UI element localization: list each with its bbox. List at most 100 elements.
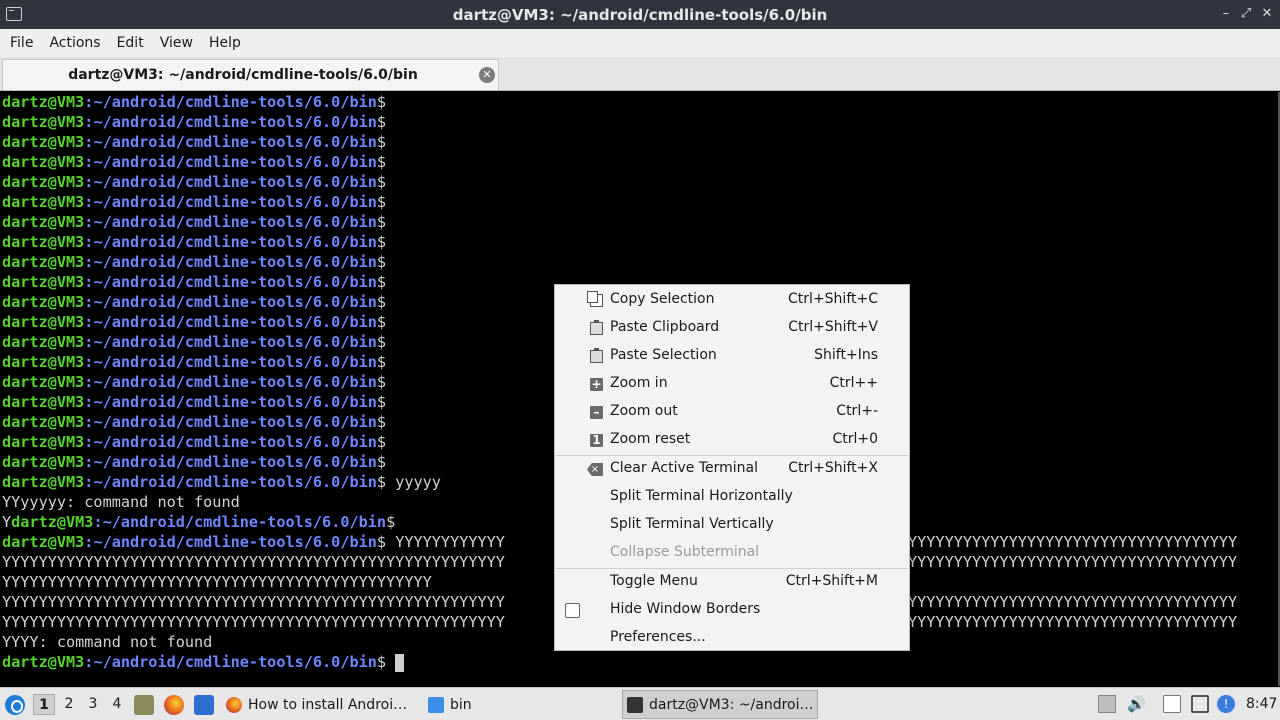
update-notifier-icon[interactable]: ! xyxy=(1217,695,1235,713)
menu-item-label: Zoom out xyxy=(610,403,678,419)
menu-item-shortcut: Ctrl+Shift+M xyxy=(785,573,878,589)
terminal-line: dartz@VM3:~/android/cmdline-tools/6.0/bi… xyxy=(2,92,386,112)
prompt-dollar: $ xyxy=(376,93,387,111)
task-terminal[interactable]: dartz@VM3: ~/androi… xyxy=(622,690,818,719)
prompt-user: dartz@VM3 xyxy=(2,133,85,151)
file-manager-launcher-icon[interactable] xyxy=(134,695,154,715)
menu-item-zoom-out[interactable]: – Zoom out Ctrl+- xyxy=(555,398,909,426)
prompt-path: :~/android/cmdline-tools/6.0/bin xyxy=(84,473,377,491)
menu-actions[interactable]: Actions xyxy=(41,35,108,51)
terminal-line: dartz@VM3:~/android/cmdline-tools/6.0/bi… xyxy=(2,292,386,312)
prompt-user: dartz@VM3 xyxy=(2,333,85,351)
terminal-line: YYYYYYYYYYYYYYYYYYYYYYYYYYYYYYYYYYYYYYYY… xyxy=(2,592,505,612)
menu-item-paste-selection[interactable]: Paste Selection Shift+Ins xyxy=(555,342,909,370)
network-icon[interactable] xyxy=(1191,695,1209,713)
menu-item-label: Collapse Subterminal xyxy=(610,544,760,560)
firefox-launcher-icon[interactable] xyxy=(164,695,184,715)
menu-edit[interactable]: Edit xyxy=(109,35,152,51)
prompt-user: dartz@VM3 xyxy=(2,533,85,551)
menu-item-shortcut: Shift+Ins xyxy=(814,347,878,363)
terminal-line: dartz@VM3:~/android/cmdline-tools/6.0/bi… xyxy=(2,472,441,492)
prompt-dollar: $ xyxy=(376,293,387,311)
prompt-dollar: $ xyxy=(376,453,387,471)
menu-item-copy-selection[interactable]: Copy Selection Ctrl+Shift+C xyxy=(555,286,909,314)
menu-item-zoom-reset[interactable]: 1 Zoom reset Ctrl+0 xyxy=(555,426,909,454)
prompt-path: :~/android/cmdline-tools/6.0/bin xyxy=(84,393,377,411)
prompt-path: :~/android/cmdline-tools/6.0/bin xyxy=(84,373,377,391)
prompt-path: :~/android/cmdline-tools/6.0/bin xyxy=(84,333,377,351)
terminal-app-icon xyxy=(6,7,22,21)
desktop-launcher-icon[interactable] xyxy=(194,695,214,715)
start-menu-icon[interactable] xyxy=(5,695,25,715)
terminal-line: dartz@VM3:~/android/cmdline-tools/6.0/bi… xyxy=(2,312,386,332)
clock[interactable]: 8:47 xyxy=(1246,696,1277,712)
menu-item-label: Toggle Menu xyxy=(610,573,698,589)
prompt-path: :~/android/cmdline-tools/6.0/bin xyxy=(84,313,377,331)
workspace-3[interactable]: 3 xyxy=(82,694,104,715)
menu-item-toggle-menu[interactable]: Toggle Menu Ctrl+Shift+M xyxy=(555,568,909,596)
prompt-user: dartz@VM3 xyxy=(2,113,85,131)
command-text xyxy=(386,653,395,671)
menu-item-preferences[interactable]: Preferences... xyxy=(555,624,909,652)
prompt-path: :~/android/cmdline-tools/6.0/bin xyxy=(84,413,377,431)
checkbox[interactable] xyxy=(565,603,580,618)
tray-notes-icon[interactable] xyxy=(1098,695,1116,713)
output-text-tail: YYYYYYYYYYYYYYYYYYYYYYYYYYYYYYYYYYYY xyxy=(908,613,1238,631)
prompt-dollar: $ xyxy=(376,373,387,391)
terminal-line: dartz@VM3:~/android/cmdline-tools/6.0/bi… xyxy=(2,532,505,552)
menu-view[interactable]: View xyxy=(152,35,201,51)
terminal-line: YYYY: command not found xyxy=(2,632,212,652)
prompt-path: :~/android/cmdline-tools/6.0/bin xyxy=(84,233,377,251)
menu-help[interactable]: Help xyxy=(201,35,249,51)
task-label: How to install Androi… xyxy=(248,696,408,713)
prompt-path: :~/android/cmdline-tools/6.0/bin xyxy=(84,173,377,191)
prompt-user: dartz@VM3 xyxy=(2,453,85,471)
menu-item-paste-clipboard[interactable]: Paste Clipboard Ctrl+Shift+V xyxy=(555,314,909,342)
menu-file[interactable]: File xyxy=(2,35,41,51)
menu-item-split-terminal-vertically[interactable]: Split Terminal Vertically xyxy=(555,511,909,539)
terminal-line: dartz@VM3:~/android/cmdline-tools/6.0/bi… xyxy=(2,152,386,172)
menu-item-shortcut: Ctrl+0 xyxy=(832,431,878,447)
terminal-line: YYYYYYYYYYYYYYYYYYYYYYYYYYYYYYYYYYYYYYYY… xyxy=(2,552,505,572)
prompt-user: dartz@VM3 xyxy=(2,653,85,671)
maximize-icon[interactable]: ⤢ xyxy=(1238,6,1254,22)
prompt-user: dartz@VM3 xyxy=(2,413,85,431)
prompt-dollar: $ xyxy=(376,233,387,251)
minimize-icon[interactable]: – xyxy=(1218,6,1234,22)
output-text: YYyyyyy: command not found xyxy=(2,493,240,511)
copy-icon xyxy=(587,291,603,307)
menu-item-clear-active-terminal[interactable]: × Clear Active Terminal Ctrl+Shift+X xyxy=(555,455,909,483)
zoom-in-icon: + xyxy=(590,377,603,391)
prompt-dollar: $ xyxy=(376,413,387,431)
task-firefox[interactable]: How to install Androi… xyxy=(222,690,418,719)
firefox-icon xyxy=(226,696,242,713)
clipboard-icon[interactable] xyxy=(1163,695,1181,713)
terminal-line: dartz@VM3:~/android/cmdline-tools/6.0/bi… xyxy=(2,412,386,432)
menu-item-label: Split Terminal Horizontally xyxy=(610,488,793,504)
prompt-dollar: $ xyxy=(376,253,387,271)
terminal-icon xyxy=(627,696,643,713)
terminal-line: dartz@VM3:~/android/cmdline-tools/6.0/bi… xyxy=(2,332,386,352)
workspace-4[interactable]: 4 xyxy=(106,694,128,715)
output-text: YYYYYYYYYYYYYYYYYYYYYYYYYYYYYYYYYYYYYYYY… xyxy=(2,613,505,631)
output-text: YYYYYYYYYYYYYYYYYYYYYYYYYYYYYYYYYYYYYYYY… xyxy=(2,573,432,591)
command-text: YYYYYYYYYYYY xyxy=(386,533,505,551)
volume-icon[interactable]: 🔊 xyxy=(1127,695,1146,713)
task-file-manager[interactable]: bin xyxy=(424,690,620,719)
menu-item-label: Clear Active Terminal xyxy=(610,460,758,476)
output-text: YYYY: command not found xyxy=(2,633,213,651)
tab-close-icon[interactable]: ✕ xyxy=(479,67,495,83)
prompt-path: :~/android/cmdline-tools/6.0/bin xyxy=(84,253,377,271)
terminal-tab[interactable]: dartz@VM3: ~/android/cmdline-tools/6.0/b… xyxy=(2,59,499,90)
menu-item-hide-window-borders[interactable]: Hide Window Borders xyxy=(555,596,909,624)
terminal-line: YYYYYYYYYYYYYYYYYYYYYYYYYYYYYYYYYYYYYYYY… xyxy=(2,572,432,592)
menu-item-split-terminal-horizontally[interactable]: Split Terminal Horizontally xyxy=(555,483,909,511)
workspace-1[interactable]: 1 xyxy=(33,694,55,715)
window-titlebar[interactable]: dartz@VM3: ~/android/cmdline-tools/6.0/b… xyxy=(0,0,1280,29)
menu-item-zoom-in[interactable]: + Zoom in Ctrl++ xyxy=(555,370,909,398)
prompt-user: dartz@VM3 xyxy=(2,253,85,271)
prompt-dollar: $ xyxy=(376,313,387,331)
close-icon[interactable]: ✕ xyxy=(1259,6,1275,22)
task-label: bin xyxy=(450,696,472,713)
workspace-2[interactable]: 2 xyxy=(58,694,80,715)
